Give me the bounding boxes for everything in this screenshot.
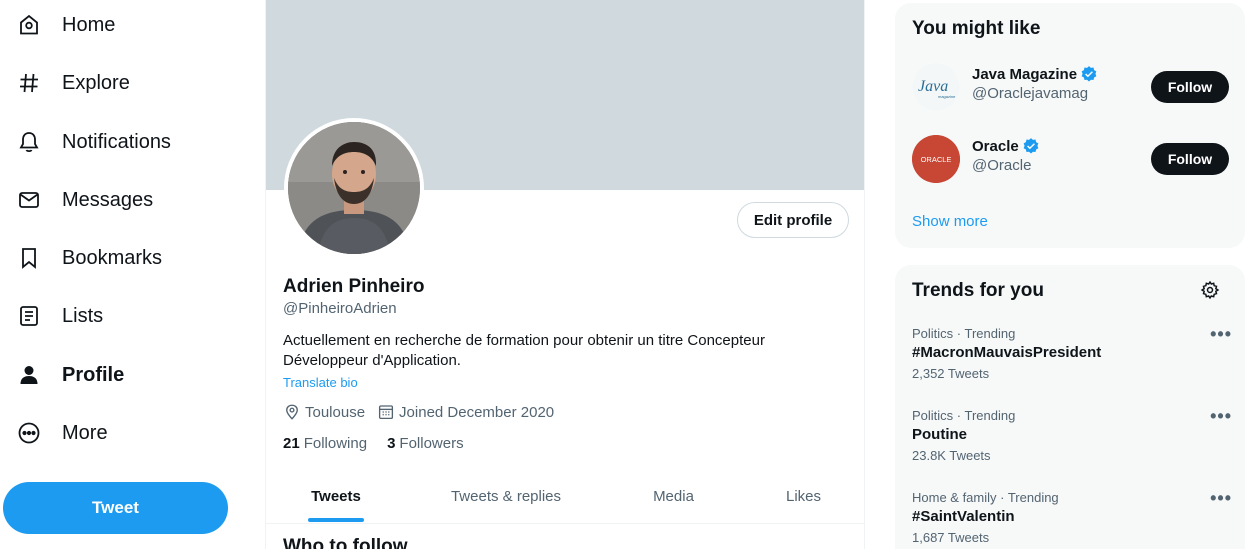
verified-badge-icon (1081, 66, 1097, 82)
nav-item-more[interactable]: More (10, 408, 114, 458)
oracle-avatar: ORACLE (912, 135, 960, 183)
profile-handle: @PinheiroAdrien (283, 300, 397, 317)
more-options-icon[interactable]: ••• (1210, 406, 1232, 427)
tab-likes[interactable]: Likes (741, 470, 864, 523)
tab-media[interactable]: Media (606, 470, 741, 523)
nav-item-notifications[interactable]: Notifications (10, 117, 177, 167)
trend-count: 1,687 Tweets (912, 530, 990, 545)
profile-joined: Joined December 2020 (377, 403, 554, 421)
gear-icon[interactable] (1200, 280, 1220, 300)
translate-bio-link[interactable]: Translate bio (283, 375, 358, 390)
tab-tweets[interactable]: Tweets (266, 470, 406, 523)
nav-label-home: Home (62, 13, 116, 36)
profile-tabs: Tweets Tweets & replies Media Likes (266, 470, 864, 524)
suggestion-name: Java Magazine (972, 65, 1098, 83)
you-might-like-title: You might like (912, 18, 1041, 39)
more-circle-icon (16, 420, 42, 446)
followers-count: 3 (387, 435, 396, 452)
location-text: Toulouse (305, 403, 366, 421)
java-logo-text: Java (918, 78, 948, 95)
nav-label-notifications: Notifications (62, 130, 171, 153)
nav-label-more: More (62, 421, 108, 444)
following-link[interactable]: 21 Following (283, 435, 367, 452)
trend-count: 2,352 Tweets (912, 366, 990, 381)
envelope-icon (16, 187, 42, 213)
java-magazine-name: Java Magazine (972, 65, 1078, 83)
nav-label-profile: Profile (62, 363, 125, 386)
trend-count: 23.8K Tweets (912, 448, 991, 463)
following-label: Following (303, 435, 368, 452)
profile-bio: Actuellement en recherche de formation p… (283, 332, 765, 369)
list-icon (16, 303, 42, 329)
trend-context: Home & family · Trending (912, 490, 1059, 505)
you-might-like-card: You might like Java magazine Java Magazi… (895, 3, 1245, 248)
location-pin-icon (286, 404, 298, 420)
suggestion-java-magazine[interactable]: Java magazine Java Magazine @Oraclejavam… (912, 63, 1232, 113)
nav-item-messages[interactable]: Messages (10, 175, 159, 225)
nav-item-home[interactable]: Home (10, 0, 121, 50)
follow-button-java-magazine[interactable]: Follow (1151, 71, 1229, 103)
java-logo-subtext: magazine (938, 94, 956, 99)
calendar-icon (378, 405, 394, 420)
trend-context: Politics · Trending (912, 326, 1016, 341)
tab-tweets-replies[interactable]: Tweets & replies (406, 470, 606, 523)
followers-link[interactable]: 3 Followers (387, 435, 464, 452)
more-options-icon[interactable]: ••• (1210, 324, 1232, 345)
bell-icon (16, 129, 42, 155)
person-icon (16, 362, 42, 388)
suggestion-oracle[interactable]: ORACLE Oracle @Oracle Follow (912, 135, 1232, 185)
profile-location: Toulouse (283, 403, 365, 421)
trends-title: Trends for you (912, 280, 1044, 301)
sidebar-right: You might like Java magazine Java Magazi… (895, 0, 1249, 549)
oracle-handle: @Oracle (972, 157, 1032, 174)
joined-text: Joined December 2020 (399, 403, 555, 421)
edit-profile-button[interactable]: Edit profile (737, 202, 849, 238)
bookmark-icon (16, 245, 42, 271)
trend-name: #MacronMauvaisPresident (912, 344, 1102, 361)
nav-label-explore: Explore (62, 71, 130, 94)
active-tab-indicator (308, 518, 364, 522)
follow-stats: 21 Following 3 Followers (283, 435, 484, 452)
profile-avatar[interactable] (284, 118, 424, 258)
followers-label: Followers (399, 435, 464, 452)
trend-item[interactable]: Politics · Trending Poutine 23.8K Tweets… (912, 406, 1232, 472)
primary-nav: Home Explore Notifications Messages Book… (0, 0, 265, 549)
nav-label-bookmarks: Bookmarks (62, 246, 163, 269)
java-magazine-avatar: Java magazine (912, 63, 960, 111)
tweet-button[interactable]: Tweet (3, 482, 228, 534)
profile-meta: Toulouse Joined December 2020 (283, 403, 566, 421)
follow-button-oracle[interactable]: Follow (1151, 143, 1229, 175)
nav-item-profile[interactable]: Profile (10, 350, 130, 400)
trend-item[interactable]: Politics · Trending #MacronMauvaisPresid… (912, 324, 1232, 390)
trend-name: #SaintValentin (912, 508, 1015, 525)
oracle-name: Oracle (972, 137, 1019, 155)
verified-badge-icon (1023, 138, 1039, 154)
nav-label-lists: Lists (62, 304, 104, 327)
suggestion-name: Oracle (972, 137, 1040, 155)
home-icon (16, 12, 42, 38)
following-count: 21 (283, 435, 300, 452)
who-to-follow-heading: Who to follow (283, 536, 408, 549)
trends-card: Trends for you Politics · Trending #Macr… (895, 265, 1245, 549)
nav-item-lists[interactable]: Lists (10, 291, 109, 341)
trend-item[interactable]: Home & family · Trending #SaintValentin … (912, 488, 1232, 549)
java-magazine-handle: @Oraclejavamag (972, 85, 1089, 102)
trend-context: Politics · Trending (912, 408, 1016, 423)
trend-name: Poutine (912, 426, 967, 443)
more-options-icon[interactable]: ••• (1210, 488, 1232, 509)
nav-item-bookmarks[interactable]: Bookmarks (10, 233, 168, 283)
profile-name: Adrien Pinheiro (283, 276, 425, 297)
show-more-link[interactable]: Show more (912, 213, 988, 230)
profile-column: Edit profile Adrien Pinheiro @PinheiroAd… (265, 0, 865, 549)
nav-label-messages: Messages (62, 188, 154, 211)
oracle-logo-text: ORACLE (921, 155, 952, 164)
nav-item-explore[interactable]: Explore (10, 58, 136, 108)
hashtag-icon (16, 70, 42, 96)
